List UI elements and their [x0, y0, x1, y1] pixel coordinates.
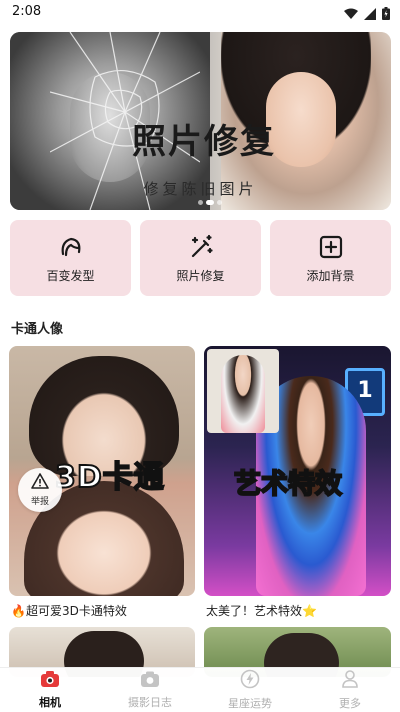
person-icon — [340, 669, 360, 693]
signal-icon — [364, 5, 376, 24]
section-title: 卡通人像 — [11, 322, 64, 337]
banner-page-indicator — [198, 200, 222, 205]
report-button[interactable]: 举报 — [18, 468, 62, 512]
feature-hairstyle[interactable]: 百变发型 — [10, 220, 131, 296]
art-effect-card[interactable]: 1 艺术特效 — [204, 346, 391, 596]
photo-repair-banner[interactable]: 照片修复 修复陈旧图片 — [10, 32, 391, 210]
feature-label: 添加背景 — [306, 268, 355, 283]
status-time: 2:08 — [12, 4, 42, 19]
battery-icon — [382, 5, 390, 24]
feature-label: 照片修复 — [176, 268, 225, 283]
card-overlay-text: 3D卡通 — [54, 459, 165, 496]
nav-tab-photo-log[interactable]: 摄影日志 — [100, 668, 200, 712]
card-caption: 太美了！艺术特效⭐ — [206, 604, 317, 618]
nav-tab-camera[interactable]: 相机 — [0, 668, 100, 712]
nav-label: 星座运势 — [228, 697, 272, 710]
lightning-icon — [240, 669, 260, 693]
bottom-nav: 相机 摄影日志 星座运势 更多 — [0, 667, 400, 712]
feature-photo-repair[interactable]: 照片修复 — [140, 220, 261, 296]
feature-row: 百变发型 照片修复 添加背景 — [10, 220, 391, 296]
banner-face — [266, 72, 336, 167]
status-icons — [344, 5, 390, 24]
banner-dot — [198, 200, 203, 205]
banner-title: 照片修复 — [132, 122, 276, 162]
card-inset-photo — [207, 349, 279, 433]
banner-dot — [217, 200, 222, 205]
nav-label: 摄影日志 — [128, 696, 172, 709]
nav-tab-horoscope[interactable]: 星座运势 — [200, 668, 300, 712]
camera-app-icon — [40, 670, 60, 692]
inset-portrait — [221, 355, 265, 433]
report-label: 举报 — [30, 497, 49, 507]
warning-icon — [31, 473, 49, 493]
wifi-icon — [344, 5, 358, 24]
feature-add-background[interactable]: 添加背景 — [270, 220, 391, 296]
card-caption: 🔥超可爱3D卡通特效 — [11, 604, 127, 618]
hairstyle-icon — [57, 233, 85, 261]
camera-icon — [140, 670, 160, 692]
status-bar: 2:08 — [0, 0, 400, 26]
card-overlay-text: 艺术特效 — [233, 468, 343, 501]
add-square-icon — [317, 233, 345, 261]
nav-label: 相机 — [39, 696, 61, 709]
nav-tab-more[interactable]: 更多 — [300, 668, 400, 712]
banner-subtitle: 修复陈旧图片 — [143, 180, 258, 198]
banner-dot-active — [206, 200, 214, 205]
magic-wand-icon — [187, 233, 215, 261]
feature-label: 百变发型 — [46, 268, 95, 283]
nav-label: 更多 — [339, 697, 361, 710]
